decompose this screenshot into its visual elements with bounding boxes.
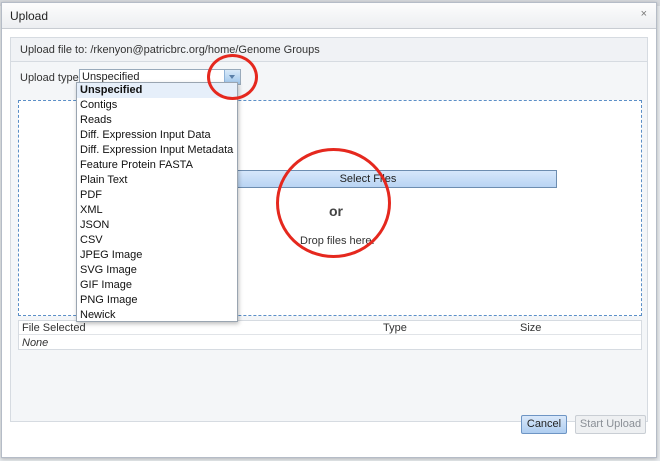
option-diff-expression-input-data[interactable]: Diff. Expression Input Data xyxy=(77,128,237,143)
dialog-title: Upload xyxy=(10,9,49,23)
close-icon[interactable]: × xyxy=(641,8,647,20)
column-file-selected: File Selected xyxy=(22,322,86,334)
option-xml[interactable]: XML xyxy=(77,203,237,218)
upload-destination-text: Upload file to: /rkenyon@patricbrc.org/h… xyxy=(20,44,320,56)
upload-destination: Upload file to: /rkenyon@patricbrc.org/h… xyxy=(11,38,647,62)
option-reads[interactable]: Reads xyxy=(77,113,237,128)
annotation-circle-drop-area xyxy=(276,148,391,258)
option-json[interactable]: JSON xyxy=(77,218,237,233)
start-upload-button[interactable]: Start Upload xyxy=(575,415,646,434)
empty-files-text: None xyxy=(22,337,49,349)
option-plain-text[interactable]: Plain Text xyxy=(77,173,237,188)
option-diff-expression-input-metadata[interactable]: Diff. Expression Input Metadata xyxy=(77,143,237,158)
annotation-circle-dropdown-arrow xyxy=(207,54,258,100)
option-csv[interactable]: CSV xyxy=(77,233,237,248)
files-table-header: File Selected Type Size xyxy=(19,321,641,335)
option-newick[interactable]: Newick xyxy=(77,308,237,323)
option-feature-protein-fasta[interactable]: Feature Protein FASTA xyxy=(77,158,237,173)
column-size: Size xyxy=(520,322,542,334)
option-jpeg-image[interactable]: JPEG Image xyxy=(77,248,237,263)
dialog-titlebar: Upload × xyxy=(2,3,656,29)
upload-type-dropdown-list: Unspecified Contigs Reads Diff. Expressi… xyxy=(76,82,238,322)
cancel-button[interactable]: Cancel xyxy=(521,415,567,434)
option-contigs[interactable]: Contigs xyxy=(77,98,237,113)
option-svg-image[interactable]: SVG Image xyxy=(77,263,237,278)
selected-files-table: File Selected Type Size None xyxy=(18,320,642,350)
option-pdf[interactable]: PDF xyxy=(77,188,237,203)
upload-type-label: Upload type: xyxy=(20,72,82,84)
option-gif-image[interactable]: GIF Image xyxy=(77,278,237,293)
column-type: Type xyxy=(383,322,407,334)
option-png-image[interactable]: PNG Image xyxy=(77,293,237,308)
